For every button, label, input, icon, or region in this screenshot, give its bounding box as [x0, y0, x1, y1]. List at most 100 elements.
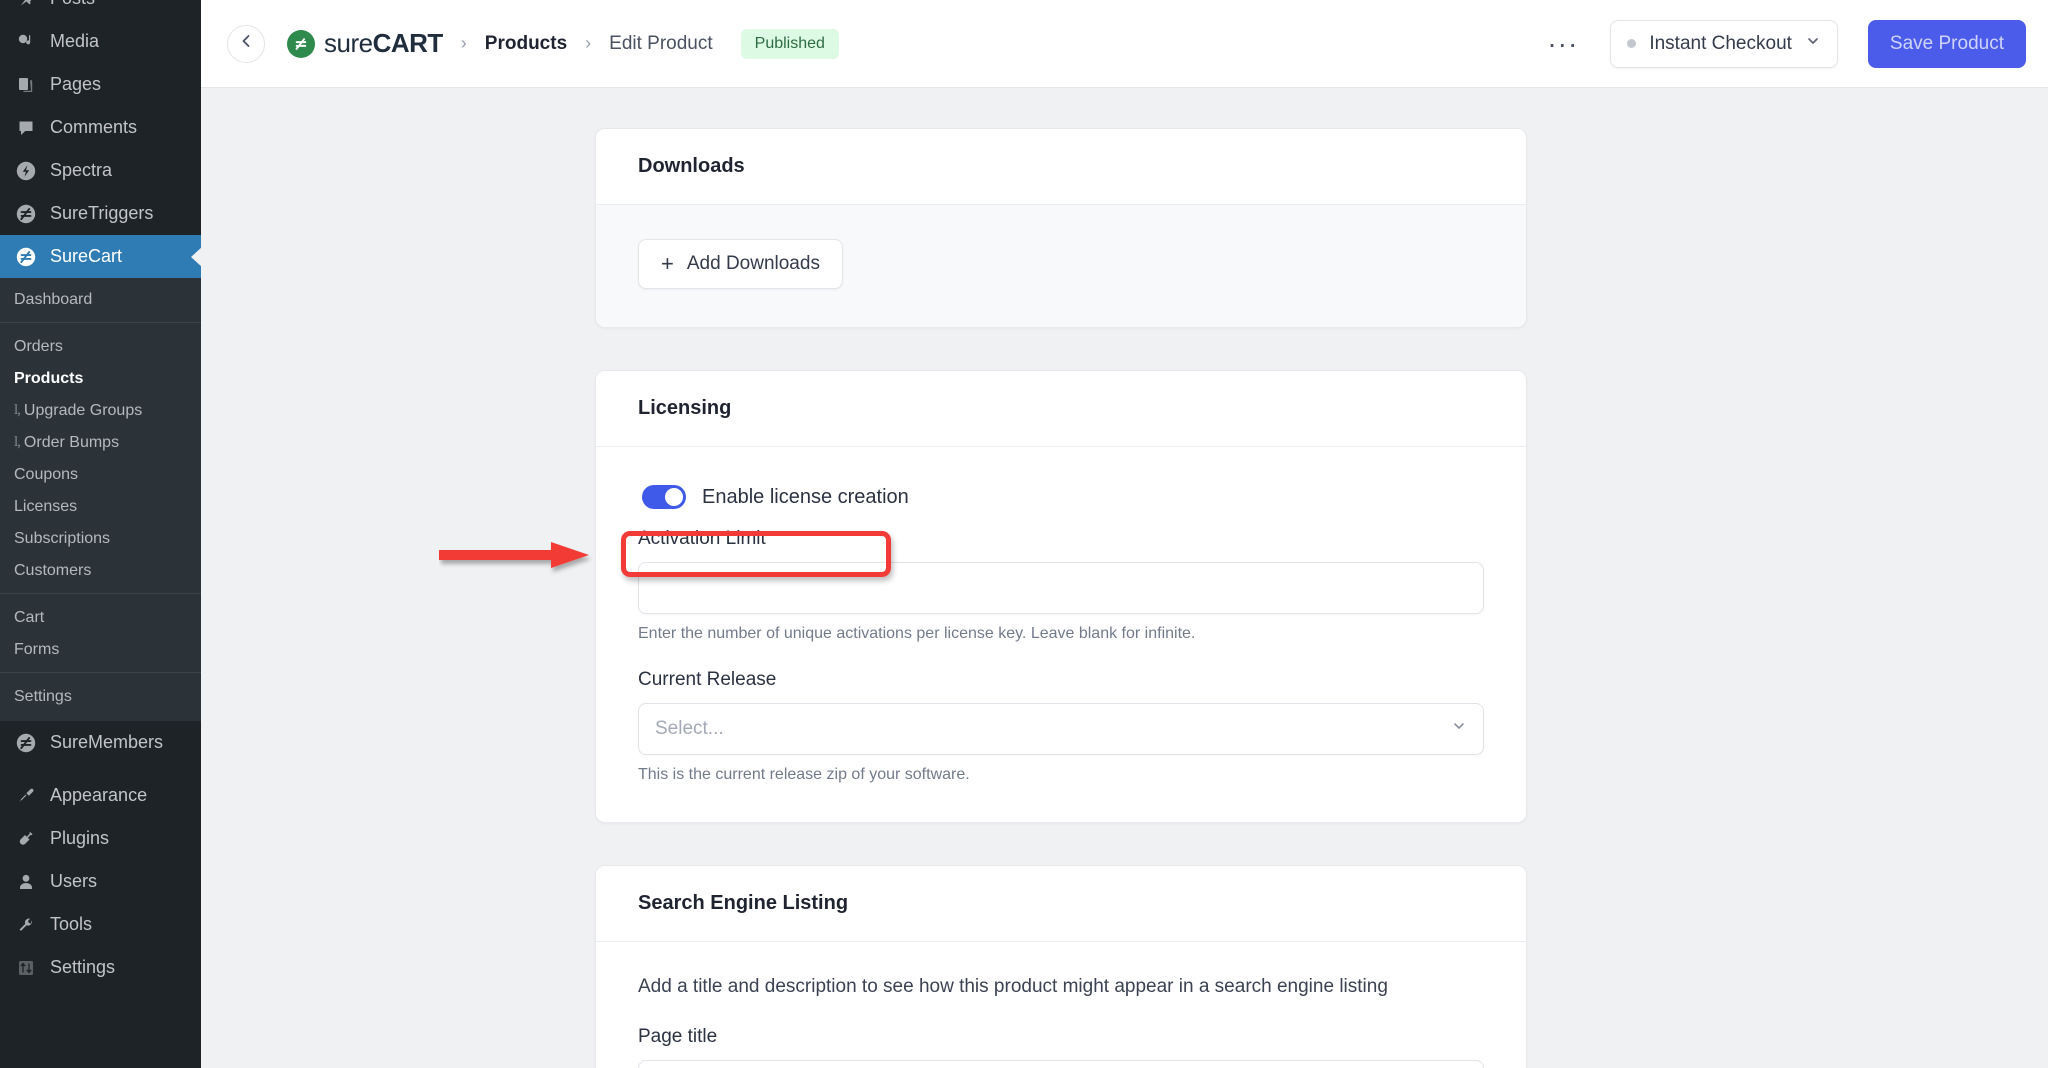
sidebar-item-surecart-settings[interactable]: Settings	[0, 681, 201, 713]
licensing-card-header: Licensing	[596, 371, 1526, 447]
wordpress-admin-sidebar: Posts Media Pages Comments Spectra	[0, 0, 201, 1068]
content-scroll-area[interactable]: Downloads + Add Downloads Licensing	[201, 88, 2048, 1068]
checkout-template-value: Instant Checkout	[1649, 33, 1792, 55]
seo-description: Add a title and description to see how t…	[638, 976, 1484, 998]
seo-card: Search Engine Listing Add a title and de…	[595, 865, 1527, 1068]
sidebar-item-suretriggers[interactable]: SureTriggers	[0, 192, 201, 235]
licensing-card: Licensing Enable license creation Activa…	[595, 370, 1527, 823]
sidebar-label: Pages	[50, 74, 101, 95]
activation-limit-input[interactable]	[638, 562, 1484, 614]
seo-card-body: Add a title and description to see how t…	[596, 942, 1526, 1068]
missing-glyph-icon: l,	[14, 434, 20, 451]
chevron-down-icon	[1805, 33, 1821, 54]
spacer	[638, 643, 1484, 669]
sidebar-item-settings[interactable]: Settings	[0, 946, 201, 989]
current-release-label: Current Release	[638, 669, 1484, 691]
downloads-title: Downloads	[638, 155, 1484, 178]
plus-icon: +	[661, 253, 674, 275]
submenu-label: Cart	[14, 609, 44, 627]
surecart-logo[interactable]: sureCART	[287, 28, 443, 59]
sidebar-label: Plugins	[50, 828, 109, 849]
sidebar-item-pages[interactable]: Pages	[0, 63, 201, 106]
sidebar-label: Tools	[50, 914, 92, 935]
sidebar-item-dashboard[interactable]: Dashboard	[0, 284, 201, 316]
enable-license-creation-label: Enable license creation	[702, 486, 909, 509]
plug-icon	[14, 827, 38, 851]
current-release-value: Select...	[655, 718, 724, 740]
wrench-icon	[14, 913, 38, 937]
sidebar-item-comments[interactable]: Comments	[0, 106, 201, 149]
sidebar-item-licenses[interactable]: Licenses	[0, 491, 201, 523]
back-button[interactable]	[227, 25, 265, 63]
sidebar-label: SureCart	[50, 246, 122, 267]
sidebar-label: Spectra	[50, 160, 112, 181]
page-title-input[interactable]	[638, 1060, 1484, 1068]
sidebar-label: Settings	[50, 957, 115, 978]
sidebar-item-products[interactable]: Products	[0, 363, 201, 395]
sidebar-item-customers[interactable]: Customers	[0, 555, 201, 587]
save-product-button[interactable]: Save Product	[1868, 20, 2026, 68]
checkout-template-select[interactable]: Instant Checkout	[1610, 20, 1838, 68]
seo-card-header: Search Engine Listing	[596, 866, 1526, 942]
seo-title: Search Engine Listing	[638, 892, 1484, 915]
sidebar-item-spectra[interactable]: Spectra	[0, 149, 201, 192]
more-options-icon[interactable]: ···	[1533, 39, 1592, 49]
app-root: Posts Media Pages Comments Spectra	[0, 0, 2048, 1068]
submenu-label: Orders	[14, 338, 63, 356]
current-release-help: This is the current release zip of your …	[638, 766, 1484, 784]
submenu-group-commerce: Orders Products l, Upgrade Groups l, Ord…	[0, 322, 201, 587]
sidebar-item-coupons[interactable]: Coupons	[0, 459, 201, 491]
breadcrumb-products-link[interactable]: Products	[485, 33, 567, 55]
add-downloads-button[interactable]: + Add Downloads	[638, 239, 843, 289]
suremembers-icon	[14, 731, 38, 755]
enable-license-creation-row[interactable]: Enable license creation	[638, 481, 917, 513]
status-dot-icon	[1627, 39, 1636, 48]
breadcrumb-separator-2: ›	[585, 33, 591, 54]
media-icon	[14, 30, 38, 54]
chevron-down-icon	[1451, 718, 1467, 740]
submenu-label: Products	[14, 370, 83, 388]
activation-limit-help: Enter the number of unique activations p…	[638, 625, 1484, 643]
sidebar-item-tools[interactable]: Tools	[0, 903, 201, 946]
sidebar-item-subscriptions[interactable]: Subscriptions	[0, 523, 201, 555]
sidebar-item-surecart[interactable]: SureCart	[0, 235, 201, 278]
status-badge: Published	[741, 29, 839, 59]
sidebar-item-suremembers[interactable]: SureMembers	[0, 721, 201, 764]
activation-limit-label: Activation Limit	[638, 528, 1484, 550]
sidebar-item-plugins[interactable]: Plugins	[0, 817, 201, 860]
sidebar-label: SureMembers	[50, 732, 163, 753]
surecart-submenu: Dashboard Orders Products l, Upgrade Gro…	[0, 278, 201, 721]
sidebar-label: Appearance	[50, 785, 147, 806]
sidebar-label: Users	[50, 871, 97, 892]
sidebar-label: Comments	[50, 117, 137, 138]
sidebar-item-forms[interactable]: Forms	[0, 634, 201, 666]
sidebar-item-appearance[interactable]: Appearance	[0, 774, 201, 817]
surecart-logo-text: sureCART	[324, 28, 443, 59]
app-topbar: sureCART › Products › Edit Product Publi…	[201, 0, 2048, 88]
breadcrumb-current: Edit Product	[609, 33, 713, 55]
sidebar-item-users[interactable]: Users	[0, 860, 201, 903]
submenu-label: Settings	[14, 688, 72, 706]
downloads-card-header: Downloads	[596, 129, 1526, 205]
enable-license-creation-toggle[interactable]	[642, 485, 686, 509]
submenu-label: Dashboard	[14, 291, 92, 309]
pin-icon	[14, 0, 38, 11]
sidebar-item-upgrade-groups[interactable]: l, Upgrade Groups	[0, 395, 201, 427]
submenu-label: Coupons	[14, 466, 78, 484]
current-release-select[interactable]: Select...	[638, 703, 1484, 755]
sidebar-item-cart[interactable]: Cart	[0, 602, 201, 634]
submenu-group-settings: Settings	[0, 672, 201, 713]
page-title-label: Page title	[638, 1026, 1484, 1048]
submenu-label: Subscriptions	[14, 530, 110, 548]
arrow-left-icon	[237, 32, 255, 55]
breadcrumb-separator-1: ›	[461, 33, 467, 54]
main-area: sureCART › Products › Edit Product Publi…	[201, 0, 2048, 1068]
sidebar-item-posts[interactable]: Posts	[0, 0, 201, 20]
submenu-label: Licenses	[14, 498, 77, 516]
sidebar-item-orders[interactable]: Orders	[0, 331, 201, 363]
licensing-title: Licensing	[638, 397, 1484, 420]
sidebar-item-order-bumps[interactable]: l, Order Bumps	[0, 427, 201, 459]
sidebar-label: SureTriggers	[50, 203, 153, 224]
sidebar-item-media[interactable]: Media	[0, 20, 201, 63]
submenu-label: Upgrade Groups	[24, 402, 142, 420]
